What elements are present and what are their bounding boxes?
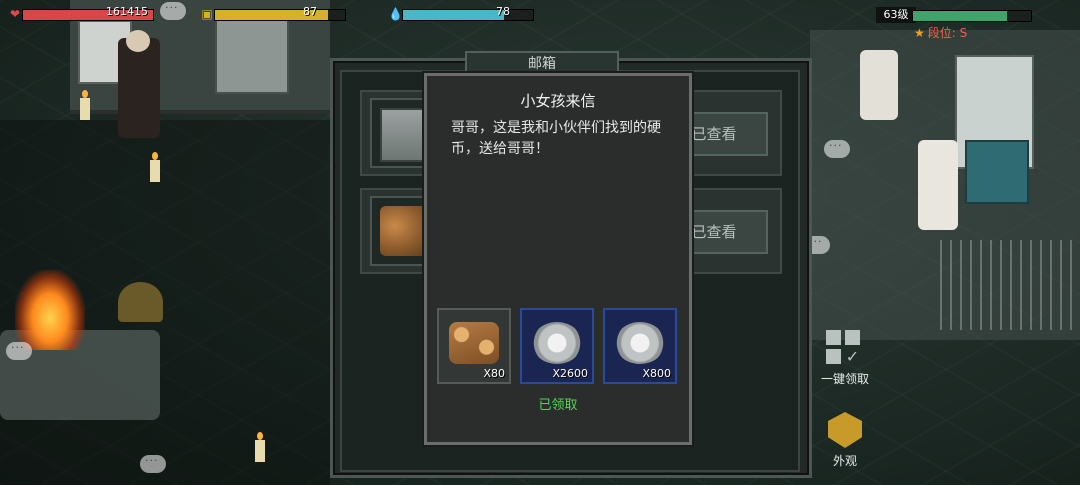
candle (80, 90, 90, 120)
candle (255, 432, 265, 462)
coin-icon (615, 322, 665, 364)
candle (150, 152, 160, 182)
npc-priest-head (126, 30, 150, 52)
letter-title: 小女孩来信 (520, 92, 596, 110)
claimed-status: 已领取 (538, 398, 578, 413)
appearance-icon (828, 412, 862, 448)
star-icon: ★ (914, 26, 925, 40)
chat-bubble-icon[interactable] (160, 1, 186, 20)
food-icon: ▣ (201, 7, 213, 21)
coin-icon (532, 322, 582, 364)
rank-label[interactable]: ★ 段位: S (914, 24, 967, 41)
wood-icon (380, 206, 430, 256)
chat-bubble-icon[interactable] (824, 139, 850, 158)
water-bar (402, 9, 534, 21)
npc-doctor[interactable] (918, 140, 958, 230)
machine (215, 10, 289, 94)
food-bar (214, 9, 346, 21)
rank-text: 段位: S (927, 26, 968, 40)
hp-value: 161415 (106, 5, 148, 18)
npc-scientist[interactable] (860, 50, 898, 120)
reward-slot[interactable]: X80 (437, 308, 511, 384)
chat-bubble-icon[interactable] (140, 454, 166, 473)
water-drop-icon: 💧 (388, 7, 403, 21)
reward-slot[interactable]: X800 (603, 308, 677, 384)
reward-qty: X800 (642, 367, 671, 380)
lab-console[interactable] (965, 140, 1029, 204)
fence (940, 240, 1080, 330)
appearance-button[interactable]: 外观 (816, 410, 874, 470)
food-value: 87 (303, 5, 317, 18)
campfire (15, 270, 85, 350)
player-level: 63级 (876, 7, 916, 23)
water-value: 78 (496, 5, 510, 18)
claim-all-label: 一键领取 (820, 372, 869, 386)
gramophone[interactable] (118, 282, 163, 322)
reward-qty: X80 (483, 367, 505, 380)
claim-all-icon: ✓ (826, 330, 862, 366)
xp-bar (912, 10, 1032, 22)
appearance-label: 外观 (832, 454, 857, 468)
claim-all-button[interactable]: ✓ 一键领取 (814, 328, 876, 388)
npc-priest[interactable] (118, 38, 160, 138)
letter-body: 哥哥，这是我和小伙伴们找到的硬币，送给哥哥！ (451, 120, 661, 157)
heart-icon: ❤ (9, 7, 21, 21)
chat-bubble-icon[interactable] (6, 341, 32, 360)
reward-qty: X2600 (552, 367, 588, 380)
letter-popup: 小女孩来信 哥哥，这是我和小伙伴们找到的硬币，送给哥哥！ X80 X2600 X… (424, 73, 692, 445)
reward-slot[interactable]: X2600 (520, 308, 594, 384)
wood-icon (449, 322, 499, 364)
